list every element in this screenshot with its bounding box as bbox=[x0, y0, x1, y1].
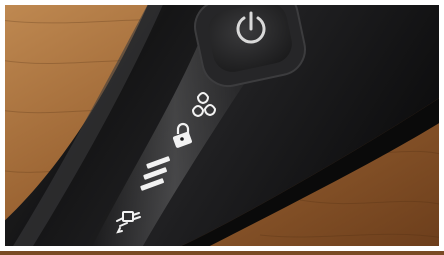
shaver-photo bbox=[0, 0, 444, 251]
photo-canvas bbox=[0, 0, 444, 251]
